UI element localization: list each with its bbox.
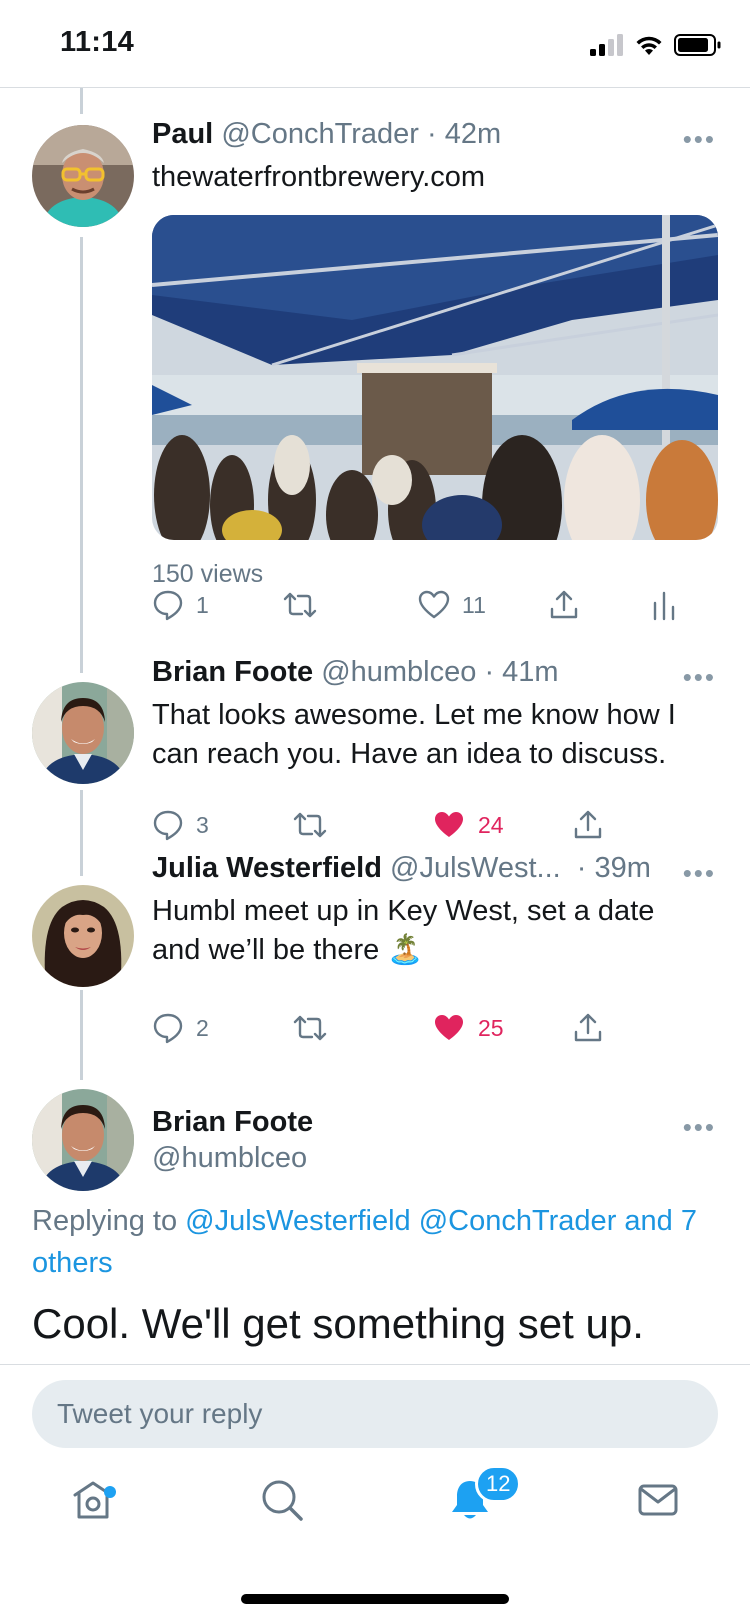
status-time: 11:14 — [60, 26, 135, 58]
battery-icon — [674, 34, 721, 56]
retweet-icon — [283, 592, 317, 618]
like-count: 25 — [478, 1014, 504, 1041]
replying-to: Replying to @JulsWesterfield @ConchTrade… — [32, 1200, 722, 1284]
reply-icon — [153, 590, 183, 621]
reply-icon — [153, 810, 183, 841]
like-button[interactable]: 25 — [432, 1008, 504, 1048]
tweet-link[interactable]: thewaterfrontbrewery.com — [152, 158, 712, 197]
search-icon — [262, 1480, 303, 1521]
author-name[interactable]: Paul — [152, 118, 213, 150]
share-icon — [550, 590, 578, 619]
status-icons — [590, 32, 722, 58]
home-indicator[interactable] — [241, 1594, 509, 1604]
tab-home[interactable] — [63, 1470, 123, 1530]
tweet-header: Paul @ConchTrader · 42m — [152, 118, 501, 151]
tweet-actions: 2 25 — [152, 1008, 722, 1048]
reply-count: 1 — [196, 591, 209, 618]
more-options-icon[interactable]: ••• — [683, 1112, 716, 1143]
like-count: 24 — [478, 811, 504, 838]
tab-bar: 12 — [0, 1465, 750, 1550]
tweet-actions: 3 24 — [152, 805, 722, 845]
thread-line — [80, 790, 83, 876]
thread-line — [80, 237, 83, 673]
heart-filled-icon — [435, 812, 463, 837]
focused-tweet-text: Cool. We'll get something set up. — [32, 1300, 644, 1347]
author-name[interactable]: Brian Foote — [152, 656, 313, 688]
author-name[interactable]: Brian Foote — [152, 1106, 313, 1138]
tweet-time: · 42m — [426, 118, 502, 150]
analytics-icon — [653, 591, 675, 621]
share-icon — [574, 810, 602, 839]
like-count: 11 — [462, 591, 486, 618]
retweet-button[interactable] — [292, 805, 328, 845]
author-name[interactable]: Julia Westerfield — [152, 852, 382, 884]
tab-messages[interactable] — [628, 1470, 688, 1530]
share-button[interactable] — [548, 585, 580, 625]
thread-line — [80, 990, 83, 1080]
tweet-video[interactable] — [152, 215, 718, 540]
more-options-icon[interactable]: ••• — [683, 662, 716, 693]
author-handle: @humblceo — [321, 656, 477, 688]
tweet-text: That looks awesome. Let me know how I ca… — [152, 696, 712, 774]
share-icon — [574, 1013, 602, 1042]
reply-count: 3 — [196, 811, 209, 838]
tweet-text-line: and we’ll be there 🏝️ — [152, 934, 424, 966]
heart-filled-icon — [435, 1015, 463, 1040]
reply-button[interactable]: 1 — [152, 585, 209, 625]
divider — [0, 1364, 750, 1365]
reply-count: 2 — [196, 1014, 209, 1041]
tweet-text-line: That looks awesome. Let me know how I — [152, 699, 676, 731]
retweet-icon — [293, 1015, 327, 1041]
focused-author-handle-row: @humblceo — [152, 1142, 307, 1175]
avatar[interactable] — [32, 1089, 134, 1191]
tweet-header: Brian Foote @humblceo · 41m — [152, 656, 559, 689]
author-handle: @JulsWest... — [390, 852, 561, 884]
retweet-icon — [293, 812, 327, 838]
more-options-icon[interactable]: ••• — [683, 124, 716, 155]
tweet-header: Julia Westerfield @JulsWest... · 39m — [152, 852, 651, 885]
tweet-time: · 39m — [576, 852, 651, 884]
focused-author-name-row: Brian Foote — [152, 1106, 313, 1139]
cellular-signal-icon — [590, 34, 623, 56]
wifi-icon — [636, 36, 662, 55]
avatar[interactable] — [32, 885, 134, 987]
heart-icon — [418, 590, 450, 619]
replying-to-label: Replying to — [32, 1205, 178, 1237]
like-button[interactable]: 24 — [432, 805, 504, 845]
tweet-text-line: Humbl meet up in Key West, set a date — [152, 895, 655, 927]
tweet-actions: 1 11 — [152, 585, 722, 625]
share-button[interactable] — [572, 1008, 604, 1048]
more-options-icon[interactable]: ••• — [683, 858, 716, 889]
tweet-text: Humbl meet up in Key West, set a date an… — [152, 892, 712, 970]
avatar[interactable] — [32, 682, 134, 784]
like-button[interactable]: 11 — [418, 585, 486, 625]
avatar[interactable] — [32, 125, 134, 227]
replying-to-handles[interactable]: @JulsWesterfield @ConchTrader and — [185, 1205, 673, 1237]
reply-icon — [153, 1013, 183, 1044]
new-content-dot — [104, 1486, 116, 1498]
author-handle: @ConchTrader — [221, 118, 419, 150]
retweet-button[interactable] — [282, 585, 318, 625]
reply-input[interactable] — [32, 1380, 718, 1448]
thread-line — [80, 88, 83, 114]
tab-search[interactable] — [252, 1470, 312, 1530]
retweet-button[interactable] — [292, 1008, 328, 1048]
status-bar: 11:14 — [0, 0, 750, 88]
mail-icon — [638, 1484, 678, 1516]
author-handle: @humblceo — [152, 1142, 308, 1174]
reply-button[interactable]: 2 — [152, 1008, 209, 1048]
home-icon — [73, 1481, 113, 1519]
analytics-button[interactable] — [652, 585, 676, 625]
notifications-badge: 12 — [475, 1465, 522, 1503]
reply-button[interactable]: 3 — [152, 805, 209, 845]
share-button[interactable] — [572, 805, 604, 845]
tweet-time: · 41m — [484, 656, 559, 688]
tweet-text-line: can reach you. Have an idea to discuss. — [152, 738, 667, 770]
